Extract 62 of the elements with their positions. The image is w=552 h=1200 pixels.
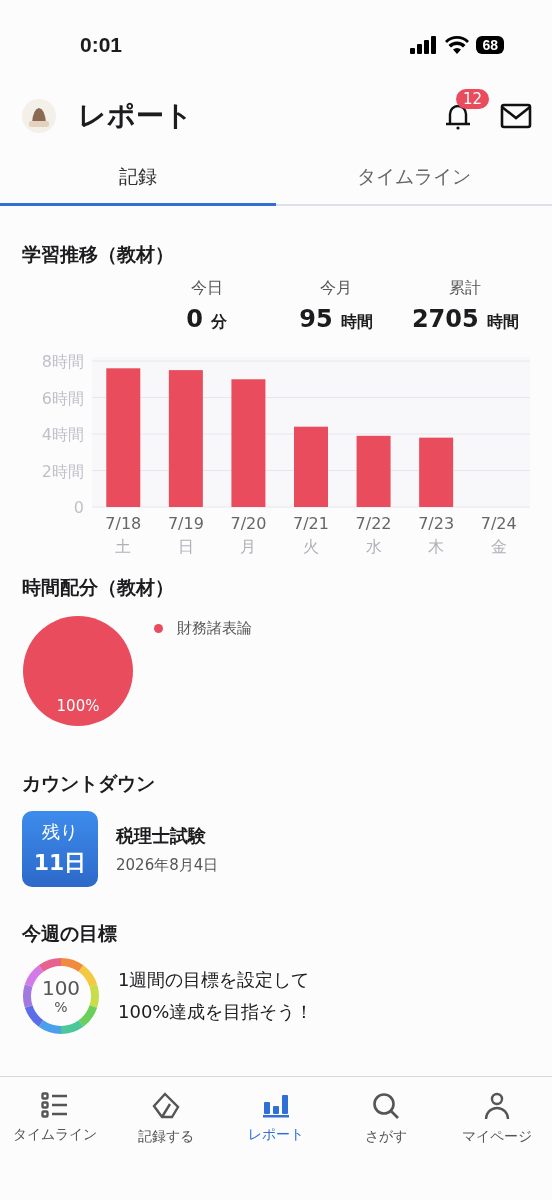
page-title: レポート xyxy=(78,98,193,134)
notification-badge: 12 xyxy=(456,89,490,109)
stat-label: 今日 xyxy=(190,278,223,299)
section-title: 時間配分（教材） xyxy=(22,575,175,600)
stat-label: 累計 xyxy=(449,278,482,299)
signal-icon xyxy=(410,36,439,54)
exam-name: 税理士試験 xyxy=(116,823,207,848)
section-title: 今週の目標 xyxy=(22,921,118,946)
stat-value: 95 xyxy=(299,305,333,333)
stat-unit: 時間 xyxy=(486,312,519,333)
avatar xyxy=(22,99,56,133)
legend-dot xyxy=(154,624,163,633)
countdown-badge: 残り 11日 xyxy=(22,811,98,887)
wifi-icon xyxy=(445,36,470,54)
axis-label: 7/18 xyxy=(105,514,142,533)
axis-label: 2時間 xyxy=(41,461,84,481)
axis-label: 7/21 xyxy=(293,514,329,533)
axis-label: 0 xyxy=(73,498,84,517)
nav-item[interactable]: さがす xyxy=(331,1091,442,1147)
stat-value: 0 xyxy=(186,305,203,333)
legend-label: 財務諸表論 xyxy=(177,619,252,638)
status-time: 0:01 xyxy=(80,33,123,57)
goal-message: 1週間の目標を設定して xyxy=(118,968,311,992)
weekday-label: 金 xyxy=(490,537,507,556)
mail-icon[interactable] xyxy=(500,103,532,129)
goal-percent: 100 xyxy=(41,977,81,999)
section-title: カウントダウン xyxy=(22,771,156,796)
stat-value: 2705 xyxy=(411,305,479,333)
tab[interactable]: タイムライン xyxy=(276,150,552,206)
percent-unit: % xyxy=(54,999,68,1015)
stat-label: 今月 xyxy=(320,278,352,299)
section-title: 学習推移（教材） xyxy=(22,242,175,267)
search-icon xyxy=(372,1092,401,1120)
stat-unit: 時間 xyxy=(340,312,373,333)
axis-label: 7/24 xyxy=(480,514,517,533)
nav-item[interactable]: タイムライン xyxy=(0,1091,111,1145)
axis-label: 6時間 xyxy=(41,388,84,408)
nav-item[interactable]: マイページ xyxy=(441,1091,552,1147)
stat-unit: 分 xyxy=(211,312,227,333)
nav-item[interactable]: 記録する xyxy=(110,1091,221,1147)
goal-message: 100%達成を目指そう！ xyxy=(118,1000,314,1024)
axis-label: 7/20 xyxy=(230,514,267,533)
tab[interactable]: 記録 xyxy=(0,150,276,206)
axis-label: 7/22 xyxy=(355,514,392,533)
exam-date: 2026年8月4日 xyxy=(116,855,219,875)
axis-label: 7/23 xyxy=(418,514,455,533)
list-icon xyxy=(41,1092,70,1118)
slice-label: 100% xyxy=(56,697,100,715)
axis-label: 8時間 xyxy=(41,352,84,371)
weekday-label: 月 xyxy=(240,537,257,556)
weekday-label: 日 xyxy=(177,537,194,556)
weekday-label: 火 xyxy=(303,537,319,556)
bar-chart-icon xyxy=(262,1092,290,1118)
axis-label: 4時間 xyxy=(41,425,84,444)
battery-indicator: 68 xyxy=(476,36,504,54)
nav-item[interactable]: レポート xyxy=(220,1091,332,1145)
weekday-label: 木 xyxy=(428,537,445,556)
axis-label: 7/19 xyxy=(167,514,204,533)
weekday-label: 水 xyxy=(365,537,382,556)
person-icon xyxy=(482,1092,511,1120)
eraser-icon xyxy=(151,1092,180,1120)
weekday-label: 土 xyxy=(115,537,132,556)
